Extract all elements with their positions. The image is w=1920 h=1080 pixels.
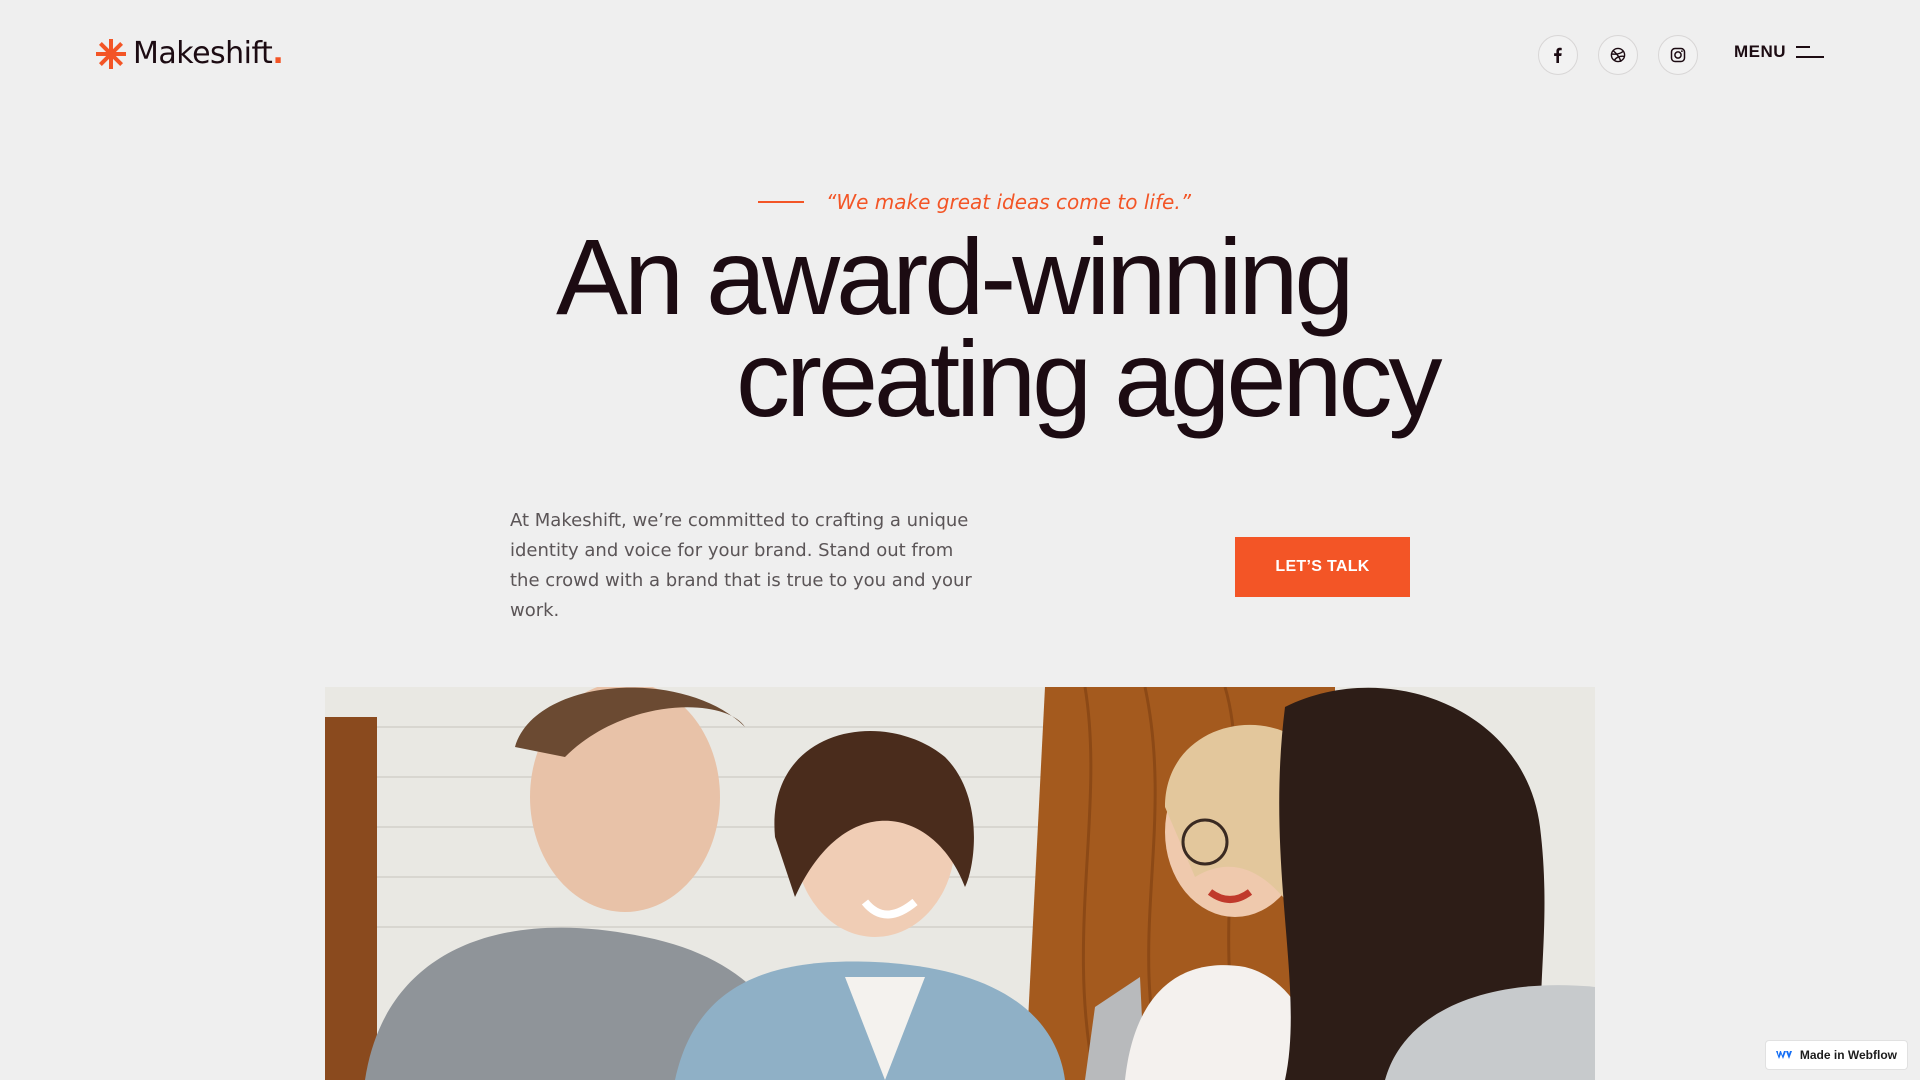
instagram-button[interactable] (1658, 35, 1698, 75)
menu-label: MENU (1733, 42, 1786, 61)
instagram-icon (1670, 47, 1686, 63)
asterisk-logo-icon (96, 39, 126, 69)
social-links (1538, 35, 1698, 75)
hero-headline: An award-winning creating agency (0, 216, 1920, 439)
headline-line-2: creating agency (736, 318, 1443, 439)
dribbble-button[interactable] (1598, 35, 1638, 75)
tagline-text: “We make great ideas come to life.” (826, 190, 1192, 214)
menu-button[interactable]: MENU (1734, 42, 1824, 62)
hamburger-icon (1796, 46, 1824, 58)
dribbble-icon (1610, 47, 1626, 63)
lets-talk-button[interactable]: LET’S TALK (1235, 537, 1410, 597)
made-in-webflow-badge[interactable]: Made in Webflow (1764, 1040, 1908, 1070)
facebook-icon (1554, 47, 1562, 63)
brand-dot: . (272, 36, 284, 71)
brand-name: Makeshift (133, 36, 273, 71)
facebook-button[interactable] (1538, 35, 1578, 75)
team-photo-illustration (325, 687, 1595, 1080)
hero-tagline: “We make great ideas come to life.” (758, 190, 1191, 214)
webflow-badge-label: Made in Webflow (1799, 1048, 1897, 1062)
headline-line-1: An award-winning (556, 216, 1354, 337)
webflow-icon (1775, 1051, 1792, 1059)
tagline-divider (758, 201, 804, 203)
page: Makeshift. MENU “We make great ideas com… (0, 0, 1920, 1080)
brand-logo[interactable]: Makeshift. (95, 34, 284, 74)
hero-intro-text: At Makeshift, we’re committed to craftin… (510, 510, 972, 621)
team-photo (325, 687, 1595, 1080)
